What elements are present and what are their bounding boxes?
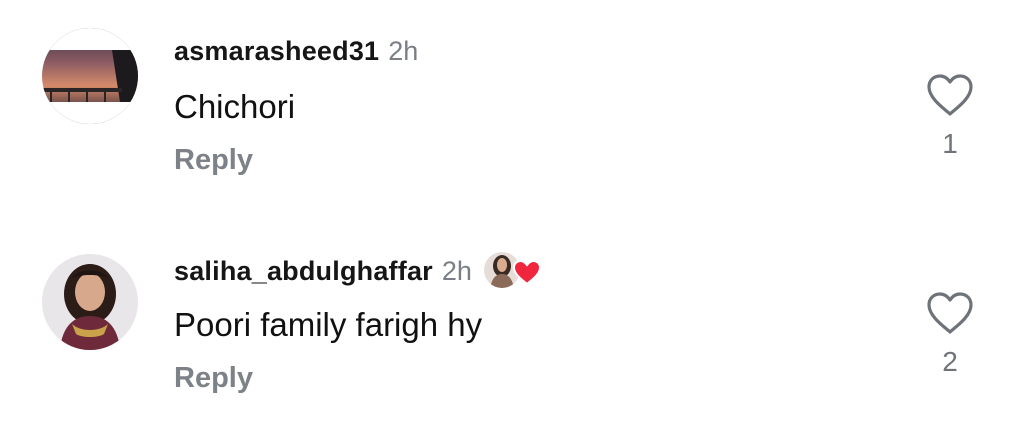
avatar[interactable] — [42, 28, 138, 124]
timestamp: 2h — [441, 255, 472, 286]
avatar[interactable] — [42, 254, 138, 350]
like-section: 1 — [924, 72, 976, 160]
username[interactable]: saliha_abdulghaffar — [174, 256, 433, 287]
comment-header: asmarasheed31 2h — [174, 36, 418, 67]
reply-button[interactable]: Reply — [174, 144, 253, 177]
heart-outline-icon — [927, 74, 973, 116]
like-section: 2 — [924, 290, 976, 378]
reply-button[interactable]: Reply — [174, 362, 253, 395]
woman-portrait-avatar — [42, 254, 138, 350]
heart-outline-icon — [927, 292, 973, 334]
like-button[interactable] — [924, 72, 976, 118]
comment-list: asmarasheed31 2h Chichori Reply 1 saliha… — [0, 0, 1024, 423]
like-button[interactable] — [924, 290, 976, 336]
like-count: 2 — [942, 346, 958, 377]
comment-header: saliha_abdulghaffar 2h — [174, 252, 542, 290]
creator-heart-icon — [512, 258, 542, 286]
comment-text: Poori family farigh hy — [174, 306, 483, 343]
like-count: 1 — [942, 128, 958, 159]
sunset-photo-avatar — [42, 28, 138, 124]
comment-item: asmarasheed31 2h Chichori Reply 1 — [0, 0, 1024, 200]
username[interactable]: asmarasheed31 — [174, 36, 379, 67]
timestamp: 2h — [388, 36, 419, 66]
comment-item: saliha_abdulghaffar 2h Poori family fari… — [0, 218, 1024, 418]
liked-by-creator-badge — [483, 252, 542, 290]
comment-text: Chichori — [174, 88, 296, 125]
